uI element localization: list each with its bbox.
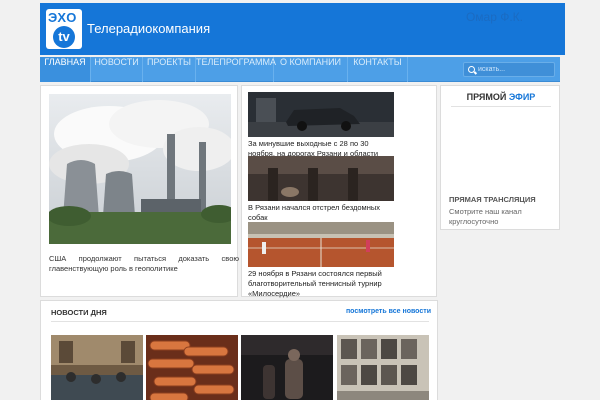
site-header: ЭХО tv Телерадиокомпания Омар Ф.К. bbox=[40, 3, 565, 55]
live-title: ПРЯМОЙ ЭФИР bbox=[441, 92, 561, 102]
story-image-dogs[interactable] bbox=[248, 156, 394, 201]
nav-item-tv-schedule[interactable]: ТЕЛЕПРОГРАММА bbox=[196, 57, 276, 82]
live-subtitle[interactable]: ПРЯМАЯ ТРАНСЛЯЦИЯ bbox=[449, 195, 536, 204]
story-image-car-accident[interactable] bbox=[248, 92, 394, 137]
live-description: Смотрите наш канал круглосуточно bbox=[449, 207, 522, 226]
logo-text: ЭХО bbox=[48, 10, 77, 25]
page: ЭХО tv Телерадиокомпания Омар Ф.К. ГЛАВН… bbox=[0, 0, 600, 400]
featured-image-power-plant[interactable] bbox=[49, 94, 231, 244]
story-title[interactable]: В Рязани начался отстрел бездомных собак bbox=[248, 203, 394, 223]
view-all-news-link[interactable]: посмотреть все новости bbox=[346, 308, 431, 315]
site-title: Телерадиокомпания bbox=[87, 21, 211, 36]
logo-badge: tv bbox=[53, 26, 75, 48]
live-broadcast-panel: ПРЯМОЙ ЭФИР ПРЯМАЯ ТРАНСЛЯЦИЯ Смотрите н… bbox=[440, 85, 560, 230]
story-image-tennis[interactable] bbox=[248, 222, 394, 267]
nav-item-news[interactable]: НОВОСТИ bbox=[91, 57, 143, 82]
header-user-text: Омар Ф.К. bbox=[465, 10, 523, 24]
nav-item-home[interactable]: ГЛАВНАЯ bbox=[40, 57, 91, 82]
news-section-title: НОВОСТИ ДНЯ bbox=[51, 308, 107, 317]
divider bbox=[51, 321, 429, 322]
site-logo[interactable]: ЭХО tv bbox=[46, 9, 82, 49]
search-box bbox=[463, 62, 555, 77]
main-nav: ГЛАВНАЯ НОВОСТИ ПРОЕКТЫ ТЕЛЕПРОГРАММА О … bbox=[40, 57, 560, 82]
divider bbox=[451, 106, 551, 107]
nav-item-about[interactable]: О КОМПАНИИ bbox=[274, 57, 348, 82]
story-item[interactable]: 29 ноября в Рязани состоялся первый благ… bbox=[248, 222, 394, 299]
stories-panel: За минувшие выходные с 28 по 30 ноября, … bbox=[241, 85, 437, 299]
news-thumbnail-night-scene[interactable] bbox=[241, 335, 333, 400]
nav-item-contacts[interactable]: КОНТАКТЫ bbox=[348, 57, 408, 82]
news-thumbnail-sausages[interactable] bbox=[146, 335, 238, 400]
featured-caption[interactable]: США продолжают пытаться доказать свою гл… bbox=[49, 254, 239, 274]
nav-item-projects[interactable]: ПРОЕКТЫ bbox=[143, 57, 196, 82]
search-icon[interactable] bbox=[468, 66, 475, 73]
featured-story[interactable]: США продолжают пытаться доказать свою гл… bbox=[40, 85, 239, 297]
news-thumbnail-exhibition[interactable] bbox=[337, 335, 429, 400]
news-thumbnail-meeting[interactable] bbox=[51, 335, 143, 400]
search-input[interactable] bbox=[478, 63, 554, 76]
story-title[interactable]: 29 ноября в Рязани состоялся первый благ… bbox=[248, 269, 394, 299]
story-item[interactable]: В Рязани начался отстрел бездомных собак bbox=[248, 156, 394, 223]
live-title-part2: ЭФИР bbox=[508, 92, 536, 102]
news-of-day-panel: НОВОСТИ ДНЯ посмотреть все новости bbox=[40, 300, 438, 400]
live-title-part1: ПРЯМОЙ bbox=[466, 92, 507, 102]
